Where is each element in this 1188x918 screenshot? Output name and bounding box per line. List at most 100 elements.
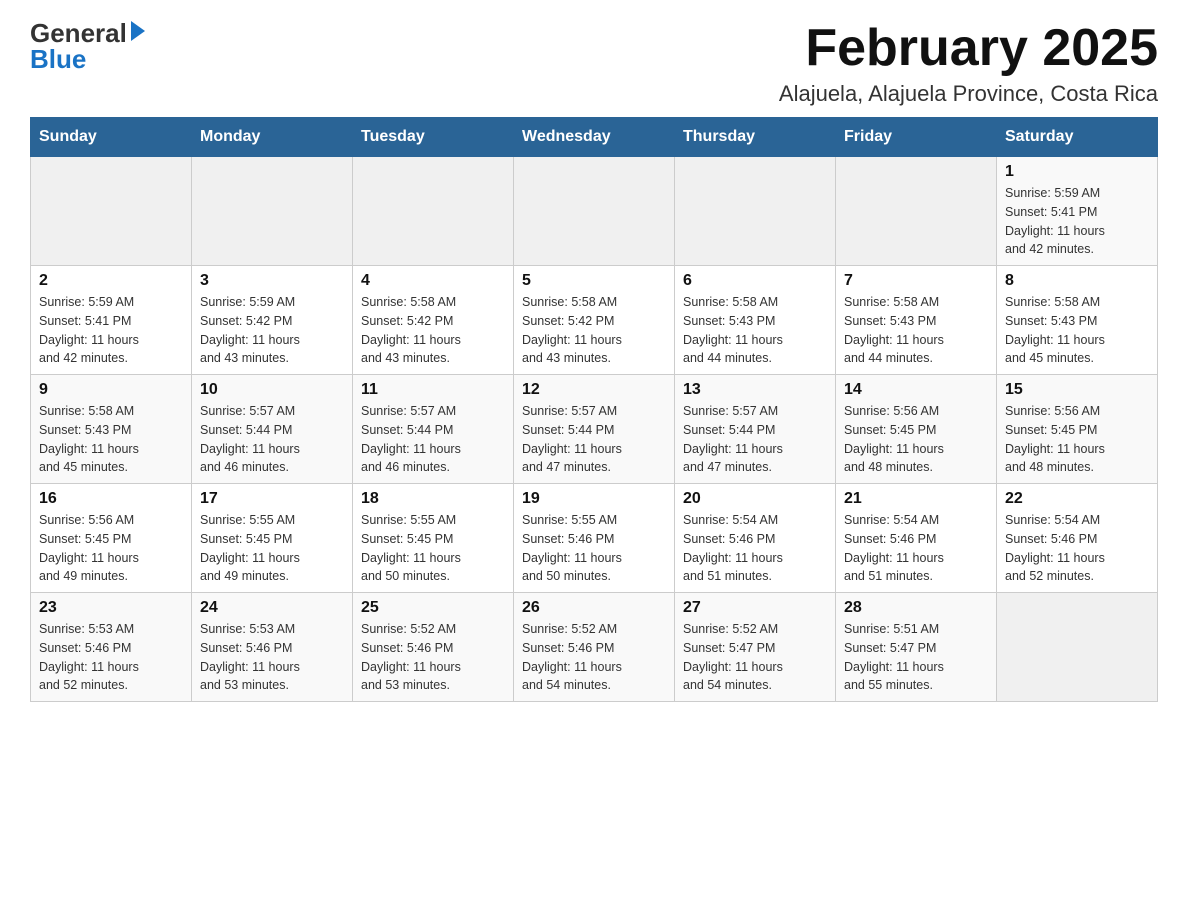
calendar-cell: 27 Sunrise: 5:52 AM Sunset: 5:47 PM Dayli… — [675, 593, 836, 702]
calendar-cell: 13 Sunrise: 5:57 AM Sunset: 5:44 PM Dayli… — [675, 375, 836, 484]
calendar-cell — [997, 593, 1158, 702]
day-number: 10 — [200, 381, 344, 399]
day-info: Sunrise: 5:58 AM Sunset: 5:43 PM Dayligh… — [1005, 293, 1149, 368]
calendar-cell: 10 Sunrise: 5:57 AM Sunset: 5:44 PM Dayli… — [192, 375, 353, 484]
calendar-week-1: 1Sunrise: 5:59 AM Sunset: 5:41 PM Daylig… — [31, 157, 1158, 266]
day-number: 18 — [361, 490, 505, 508]
day-number: 22 — [1005, 490, 1149, 508]
calendar-cell: 24 Sunrise: 5:53 AM Sunset: 5:46 PM Dayli… — [192, 593, 353, 702]
day-info: Sunrise: 5:52 AM Sunset: 5:47 PM Dayligh… — [683, 620, 827, 695]
calendar-cell: 4Sunrise: 5:58 AM Sunset: 5:42 PM Daylig… — [353, 266, 514, 375]
calendar-week-3: 9Sunrise: 5:58 AM Sunset: 5:43 PM Daylig… — [31, 375, 1158, 484]
month-title: February 2025 — [779, 20, 1158, 77]
logo-blue-text: Blue — [30, 46, 86, 72]
day-info: Sunrise: 5:54 AM Sunset: 5:46 PM Dayligh… — [844, 511, 988, 586]
location-subtitle: Alajuela, Alajuela Province, Costa Rica — [779, 81, 1158, 107]
day-number: 24 — [200, 599, 344, 617]
calendar-cell: 3 Sunrise: 5:59 AM Sunset: 5:42 PM Daylig… — [192, 266, 353, 375]
day-number: 15 — [1005, 381, 1149, 399]
calendar-cell: 25 Sunrise: 5:52 AM Sunset: 5:46 PM Dayli… — [353, 593, 514, 702]
day-number: 21 — [844, 490, 988, 508]
calendar-cell: 11 Sunrise: 5:57 AM Sunset: 5:44 PM Dayli… — [353, 375, 514, 484]
day-number: 20 — [683, 490, 827, 508]
col-friday: Friday — [836, 118, 997, 157]
calendar-cell: 15 Sunrise: 5:56 AM Sunset: 5:45 PM Dayli… — [997, 375, 1158, 484]
day-info: Sunrise: 5:56 AM Sunset: 5:45 PM Dayligh… — [844, 402, 988, 477]
calendar-cell: 20Sunrise: 5:54 AM Sunset: 5:46 PM Dayli… — [675, 484, 836, 593]
calendar-cell: 1Sunrise: 5:59 AM Sunset: 5:41 PM Daylig… — [997, 157, 1158, 266]
calendar-cell: 12 Sunrise: 5:57 AM Sunset: 5:44 PM Dayli… — [514, 375, 675, 484]
calendar-week-4: 16Sunrise: 5:56 AM Sunset: 5:45 PM Dayli… — [31, 484, 1158, 593]
day-info: Sunrise: 5:52 AM Sunset: 5:46 PM Dayligh… — [522, 620, 666, 695]
calendar-table: Sunday Monday Tuesday Wednesday Thursday… — [30, 117, 1158, 702]
day-info: Sunrise: 5:57 AM Sunset: 5:44 PM Dayligh… — [522, 402, 666, 477]
col-sunday: Sunday — [31, 118, 192, 157]
calendar-cell: 7Sunrise: 5:58 AM Sunset: 5:43 PM Daylig… — [836, 266, 997, 375]
calendar-cell: 18 Sunrise: 5:55 AM Sunset: 5:45 PM Dayli… — [353, 484, 514, 593]
logo: General Blue — [30, 20, 145, 72]
day-info: Sunrise: 5:58 AM Sunset: 5:42 PM Dayligh… — [361, 293, 505, 368]
day-number: 3 — [200, 272, 344, 290]
day-info: Sunrise: 5:56 AM Sunset: 5:45 PM Dayligh… — [1005, 402, 1149, 477]
calendar-cell: 17 Sunrise: 5:55 AM Sunset: 5:45 PM Dayli… — [192, 484, 353, 593]
day-info: Sunrise: 5:59 AM Sunset: 5:41 PM Dayligh… — [1005, 184, 1149, 259]
calendar-cell: 22 Sunrise: 5:54 AM Sunset: 5:46 PM Dayli… — [997, 484, 1158, 593]
day-info: Sunrise: 5:55 AM Sunset: 5:45 PM Dayligh… — [200, 511, 344, 586]
page-header: General Blue February 2025 Alajuela, Ala… — [30, 20, 1158, 107]
day-info: Sunrise: 5:57 AM Sunset: 5:44 PM Dayligh… — [361, 402, 505, 477]
day-number: 12 — [522, 381, 666, 399]
calendar-cell: 14 Sunrise: 5:56 AM Sunset: 5:45 PM Dayli… — [836, 375, 997, 484]
calendar-cell — [31, 157, 192, 266]
day-number: 8 — [1005, 272, 1149, 290]
day-number: 17 — [200, 490, 344, 508]
col-tuesday: Tuesday — [353, 118, 514, 157]
calendar-cell: 16Sunrise: 5:56 AM Sunset: 5:45 PM Dayli… — [31, 484, 192, 593]
day-number: 9 — [39, 381, 183, 399]
calendar-cell: 8 Sunrise: 5:58 AM Sunset: 5:43 PM Daylig… — [997, 266, 1158, 375]
calendar-cell: 6 Sunrise: 5:58 AM Sunset: 5:43 PM Daylig… — [675, 266, 836, 375]
calendar-cell — [675, 157, 836, 266]
day-number: 16 — [39, 490, 183, 508]
logo-arrow-icon — [131, 21, 145, 41]
col-thursday: Thursday — [675, 118, 836, 157]
day-number: 13 — [683, 381, 827, 399]
day-info: Sunrise: 5:55 AM Sunset: 5:46 PM Dayligh… — [522, 511, 666, 586]
title-block: February 2025 Alajuela, Alajuela Provinc… — [779, 20, 1158, 107]
day-info: Sunrise: 5:58 AM Sunset: 5:43 PM Dayligh… — [683, 293, 827, 368]
col-monday: Monday — [192, 118, 353, 157]
day-info: Sunrise: 5:57 AM Sunset: 5:44 PM Dayligh… — [200, 402, 344, 477]
day-info: Sunrise: 5:53 AM Sunset: 5:46 PM Dayligh… — [39, 620, 183, 695]
day-info: Sunrise: 5:53 AM Sunset: 5:46 PM Dayligh… — [200, 620, 344, 695]
calendar-body: 1Sunrise: 5:59 AM Sunset: 5:41 PM Daylig… — [31, 157, 1158, 702]
day-number: 14 — [844, 381, 988, 399]
calendar-cell: 28 Sunrise: 5:51 AM Sunset: 5:47 PM Dayli… — [836, 593, 997, 702]
header-row: Sunday Monday Tuesday Wednesday Thursday… — [31, 118, 1158, 157]
day-info: Sunrise: 5:59 AM Sunset: 5:42 PM Dayligh… — [200, 293, 344, 368]
day-info: Sunrise: 5:57 AM Sunset: 5:44 PM Dayligh… — [683, 402, 827, 477]
calendar-cell: 21 Sunrise: 5:54 AM Sunset: 5:46 PM Dayli… — [836, 484, 997, 593]
col-wednesday: Wednesday — [514, 118, 675, 157]
day-info: Sunrise: 5:58 AM Sunset: 5:43 PM Dayligh… — [844, 293, 988, 368]
col-saturday: Saturday — [997, 118, 1158, 157]
calendar-header: Sunday Monday Tuesday Wednesday Thursday… — [31, 118, 1158, 157]
calendar-cell: 26Sunrise: 5:52 AM Sunset: 5:46 PM Dayli… — [514, 593, 675, 702]
calendar-cell: 23Sunrise: 5:53 AM Sunset: 5:46 PM Dayli… — [31, 593, 192, 702]
day-info: Sunrise: 5:58 AM Sunset: 5:42 PM Dayligh… — [522, 293, 666, 368]
day-info: Sunrise: 5:52 AM Sunset: 5:46 PM Dayligh… — [361, 620, 505, 695]
calendar-cell — [514, 157, 675, 266]
day-number: 19 — [522, 490, 666, 508]
calendar-week-5: 23Sunrise: 5:53 AM Sunset: 5:46 PM Dayli… — [31, 593, 1158, 702]
day-info: Sunrise: 5:51 AM Sunset: 5:47 PM Dayligh… — [844, 620, 988, 695]
day-number: 2 — [39, 272, 183, 290]
calendar-week-2: 2Sunrise: 5:59 AM Sunset: 5:41 PM Daylig… — [31, 266, 1158, 375]
calendar-cell — [353, 157, 514, 266]
day-number: 6 — [683, 272, 827, 290]
day-number: 5 — [522, 272, 666, 290]
day-number: 11 — [361, 381, 505, 399]
day-number: 25 — [361, 599, 505, 617]
day-info: Sunrise: 5:55 AM Sunset: 5:45 PM Dayligh… — [361, 511, 505, 586]
day-info: Sunrise: 5:54 AM Sunset: 5:46 PM Dayligh… — [1005, 511, 1149, 586]
day-number: 27 — [683, 599, 827, 617]
day-number: 28 — [844, 599, 988, 617]
calendar-cell — [836, 157, 997, 266]
